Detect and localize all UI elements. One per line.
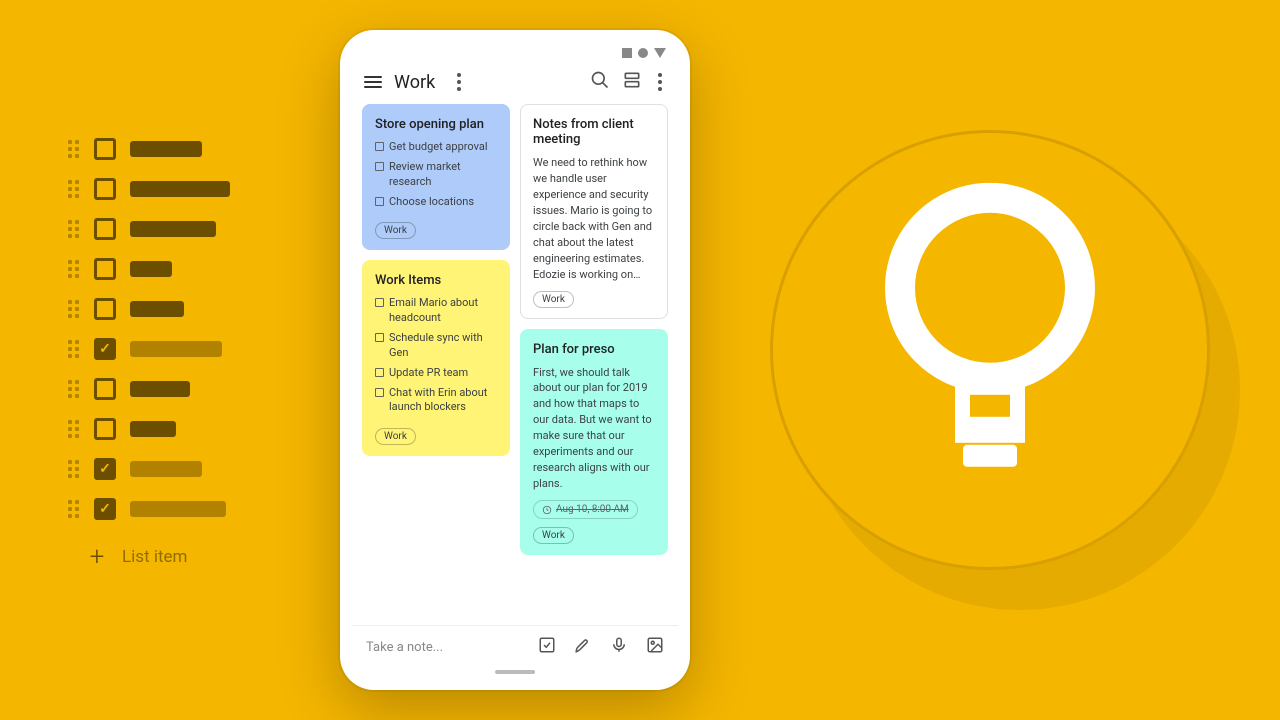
plus-icon: + (86, 542, 108, 572)
list-item (68, 138, 230, 160)
note-checklist: Get budget approval Review market resear… (375, 140, 497, 209)
status-icon (638, 48, 648, 58)
note-card-store-plan[interactable]: Store opening plan Get budget approval R… (362, 104, 510, 250)
note-card-client-meeting[interactable]: Notes from client meeting We need to ret… (520, 104, 668, 319)
decorative-checklist: + List item (68, 138, 230, 572)
note-checklist: Email Mario about headcount Schedule syn… (375, 296, 497, 415)
image-icon[interactable] (646, 636, 664, 658)
note-title: Work Items (375, 273, 497, 288)
note-tag: Work (375, 428, 416, 445)
view-toggle-icon[interactable] (622, 70, 642, 94)
take-note-input[interactable]: Take a note... (366, 640, 520, 655)
status-icon (622, 48, 632, 58)
bottom-bar: Take a note... (352, 625, 678, 664)
note-title: Notes from client meeting (533, 117, 655, 147)
bulb-icon (875, 183, 1105, 483)
note-body: We need to rethink how we handle user ex… (533, 155, 655, 283)
more-title-icon[interactable] (453, 73, 465, 91)
reminder-chip: Aug 10, 8:00 AM (533, 500, 638, 519)
checkbox-icon[interactable] (538, 636, 556, 658)
list-item (68, 218, 230, 240)
phone-screen: Work Store opening plan Get budget appro… (352, 42, 678, 678)
note-title: Plan for preso (533, 342, 655, 357)
status-bar (352, 42, 678, 62)
menu-icon[interactable] (364, 76, 382, 88)
note-tag: Work (533, 527, 574, 544)
keep-logo (770, 130, 1210, 570)
mic-icon[interactable] (610, 636, 628, 658)
page-title: Work (394, 72, 435, 93)
note-card-work-items[interactable]: Work Items Email Mario about headcount S… (362, 260, 510, 456)
add-list-label: List item (122, 547, 187, 567)
overflow-icon[interactable] (654, 73, 666, 91)
note-tag: Work (375, 222, 416, 239)
clock-icon (542, 505, 552, 515)
phone-frame: Work Store opening plan Get budget appro… (340, 30, 690, 690)
home-indicator (495, 670, 535, 674)
list-item (68, 498, 230, 520)
draw-icon[interactable] (574, 636, 592, 658)
list-item (68, 338, 230, 360)
list-item (68, 458, 230, 480)
list-item (68, 178, 230, 200)
notes-grid: Store opening plan Get budget approval R… (352, 104, 678, 625)
list-item (68, 258, 230, 280)
app-header: Work (352, 62, 678, 104)
note-card-preso[interactable]: Plan for preso First, we should talk abo… (520, 329, 668, 556)
add-list-item: + List item (86, 542, 230, 572)
note-title: Store opening plan (375, 117, 497, 132)
search-icon[interactable] (590, 70, 610, 94)
list-item (68, 418, 230, 440)
status-icon (654, 48, 666, 58)
note-body: First, we should talk about our plan for… (533, 365, 655, 493)
list-item (68, 378, 230, 400)
note-tag: Work (533, 291, 574, 308)
list-item (68, 298, 230, 320)
